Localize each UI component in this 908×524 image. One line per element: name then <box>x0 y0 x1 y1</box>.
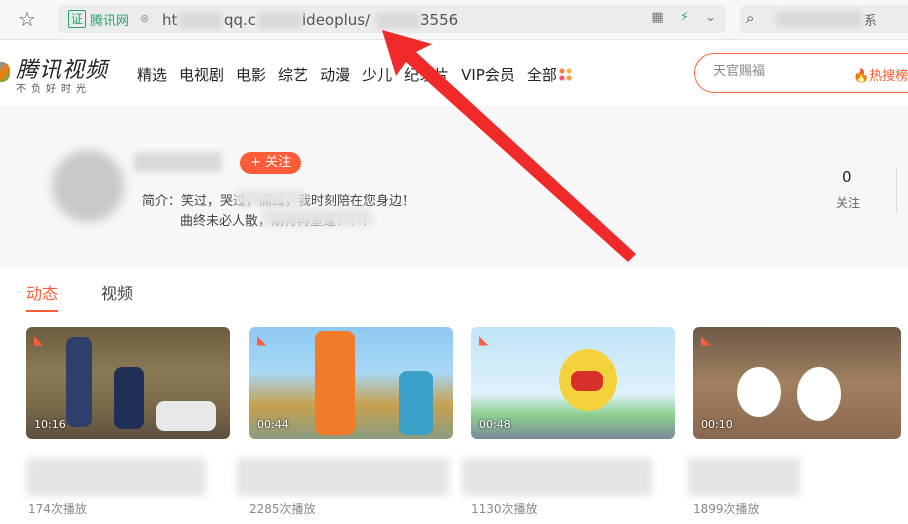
video-title-redacted-1[interactable] <box>26 458 206 496</box>
search-redacted <box>776 11 862 27</box>
url-redacted-3 <box>376 13 420 29</box>
hot-search-label: 热搜榜 <box>869 69 908 84</box>
logo-slogan: 不负好时光 <box>16 84 91 95</box>
qr-code-icon[interactable]: ▦ <box>651 10 663 25</box>
url-text-path: ideoplus/ <box>302 11 371 29</box>
play-icon: ◣ <box>701 333 711 347</box>
thumb-sofa <box>156 401 216 431</box>
play-icon: ◣ <box>34 333 44 347</box>
video-thumbnail-2[interactable]: ◣ 00:44 <box>249 327 453 439</box>
follow-button[interactable]: + 关注 <box>240 152 302 174</box>
address-bar-actions: ▦ ⚡ ⌄ <box>639 10 716 25</box>
thumb-mouth <box>571 371 603 391</box>
username-redacted <box>134 152 222 172</box>
thumb-figure <box>737 367 781 417</box>
bio-redacted-2 <box>262 209 372 226</box>
url-text-prefix: ht <box>162 11 178 29</box>
content-tabs: 动态 视频 <box>0 268 908 316</box>
site-header: 腾讯视频 不负好时光 精选 电视剧 电影 综艺 动漫 少儿 纪录片 VIP会员 … <box>0 40 908 106</box>
video-title-redacted-3[interactable] <box>462 458 652 496</box>
search-text-tail: 系 <box>864 14 878 29</box>
video-duration: 00:10 <box>701 418 733 431</box>
browser-toolbar: ☆ 证 腾讯网 ⊗ ht qq.c ideoplus/ 3556 ▦ ⚡ ⌄ ⌕… <box>0 0 908 40</box>
logo-icon <box>0 62 10 82</box>
flame-icon: 🔥 <box>853 69 870 84</box>
url-text-tail: 3556 <box>420 11 459 29</box>
video-thumbnail-3[interactable]: ◣ 00:48 <box>471 327 675 439</box>
video-play-count: 1899次播放 <box>693 502 760 516</box>
nav-item-featured[interactable]: 精选 <box>137 64 167 85</box>
nav-item-variety[interactable]: 综艺 <box>278 64 308 85</box>
grid-dots-icon <box>558 68 573 82</box>
nav-item-documentary[interactable]: 纪录片 <box>404 64 449 85</box>
speed-bolt-icon[interactable]: ⚡ <box>680 10 689 25</box>
url-redacted-1 <box>178 13 222 29</box>
url-redacted-2 <box>258 13 302 29</box>
video-duration: 00:44 <box>257 418 289 431</box>
nav-item-movie[interactable]: 电影 <box>236 64 266 85</box>
site-search-box: 🔥热搜榜 <box>694 53 908 93</box>
site-identity-label: 腾讯网 <box>90 14 130 29</box>
tab-videos[interactable]: 视频 <box>101 280 133 304</box>
address-bar[interactable]: 证 腾讯网 ⊗ ht qq.c ideoplus/ 3556 ▦ ⚡ ⌄ <box>58 5 726 33</box>
nav-item-tv[interactable]: 电视剧 <box>179 64 224 85</box>
thumb-figure <box>315 331 355 435</box>
url-text-domain: qq.c <box>224 11 257 29</box>
video-thumbnail-4[interactable]: ◣ 00:10 <box>693 327 901 439</box>
main-nav: 精选 电视剧 电影 综艺 动漫 少儿 纪录片 VIP会员 全部 <box>137 64 573 85</box>
video-title-redacted-4[interactable] <box>688 458 800 496</box>
site-logo[interactable]: 腾讯视频 不负好时光 <box>0 52 110 95</box>
nav-item-anime[interactable]: 动漫 <box>320 64 350 85</box>
thumb-figure <box>114 367 144 429</box>
video-duration: 00:48 <box>479 418 511 431</box>
site-search-input[interactable] <box>713 64 843 79</box>
search-icon[interactable]: ⌕ <box>746 9 754 27</box>
nav-item-kids[interactable]: 少儿 <box>362 64 392 85</box>
play-icon: ◣ <box>479 333 489 347</box>
video-duration: 10:16 <box>34 418 66 431</box>
profile-section: + 关注 简介：笑过，哭过，痛过，我时刻陪在您身边！ 曲终未必人散，期待再重逢！… <box>0 106 908 268</box>
nav-item-all[interactable]: 全部 <box>527 64 573 85</box>
thumb-figure <box>399 371 433 435</box>
bookmark-star-icon[interactable]: ☆ <box>18 8 40 30</box>
bio-redacted-1 <box>236 190 306 206</box>
hot-search-button[interactable]: 🔥热搜榜 <box>853 65 908 84</box>
video-title-redacted-2[interactable] <box>237 458 449 496</box>
play-icon: ◣ <box>257 333 267 347</box>
chevron-down-icon[interactable]: ⌄ <box>705 10 716 25</box>
tab-feed[interactable]: 动态 <box>26 280 59 312</box>
video-play-count: 1130次播放 <box>471 502 538 516</box>
video-play-count: 2285次播放 <box>249 502 316 516</box>
nav-item-vip[interactable]: VIP会员 <box>461 64 515 85</box>
thumb-figure <box>66 337 92 427</box>
following-count: 0 <box>842 168 852 186</box>
nav-item-all-label: 全部 <box>526 66 557 84</box>
video-thumbnail-1[interactable]: ◣ 10:16 <box>26 327 230 439</box>
stat-divider <box>896 168 897 212</box>
following-label[interactable]: 关注 <box>836 194 860 211</box>
certificate-icon[interactable]: 证 <box>68 10 86 28</box>
browser-search-box[interactable]: ⌕ 系 <box>740 5 908 33</box>
site-info-icon[interactable]: ⊗ <box>140 12 149 25</box>
video-play-count: 174次播放 <box>28 502 87 516</box>
thumb-figure <box>797 367 841 421</box>
avatar[interactable] <box>52 150 124 222</box>
